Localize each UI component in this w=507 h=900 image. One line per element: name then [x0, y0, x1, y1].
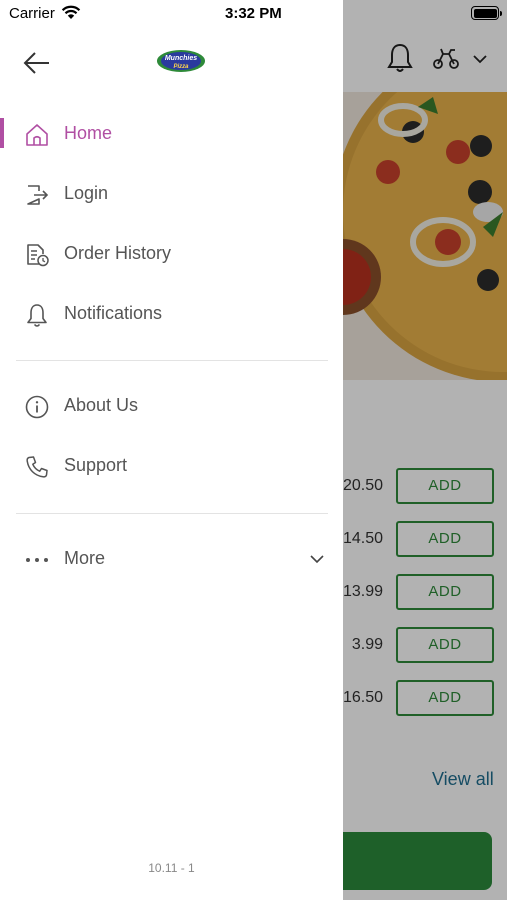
phone-icon [26, 456, 48, 478]
active-indicator [0, 118, 4, 148]
nav-item-home[interactable]: Home [0, 110, 343, 160]
nav-label-login: Login [64, 183, 109, 203]
login-icon [27, 185, 49, 205]
navigation-drawer: Munchies Pizza Home Login Order History [0, 0, 343, 900]
nav-label-order-history: Order History [64, 243, 172, 263]
nav-label-notifications: Notifications [64, 303, 163, 323]
drawer-overlay-scrim[interactable] [343, 0, 507, 900]
nav-label-about-us: About Us [64, 395, 139, 415]
carrier-label: Carrier [9, 5, 55, 22]
ellipsis-icon [26, 558, 48, 562]
back-arrow-icon[interactable] [22, 50, 52, 76]
nav-item-more[interactable]: More [0, 535, 343, 585]
app-version: 10.11 - 1 [148, 861, 195, 875]
drawer-divider [16, 513, 328, 514]
chevron-down-icon[interactable] [309, 552, 325, 566]
bell-icon [27, 304, 47, 327]
nav-item-support[interactable]: Support [0, 442, 343, 492]
logo-line1: Munchies [165, 55, 197, 62]
nav-item-login[interactable]: Login [0, 170, 343, 220]
home-icon [26, 124, 48, 146]
wifi-icon [61, 5, 81, 19]
battery-icon [471, 6, 502, 20]
nav-label-more: More [64, 548, 106, 568]
munchies-pizza-logo: Munchies Pizza [157, 50, 205, 72]
nav-item-order-history[interactable]: Order History [0, 230, 343, 280]
info-icon [25, 395, 49, 419]
nav-item-about-us[interactable]: About Us [0, 382, 343, 432]
nav-label-home: Home [64, 123, 113, 143]
drawer-divider [16, 360, 328, 361]
order-history-icon [27, 244, 49, 267]
status-bar: Carrier 3:32 PM [0, 0, 507, 30]
status-time: 3:32 PM [225, 5, 282, 22]
nav-label-support: Support [64, 455, 128, 475]
nav-item-notifications[interactable]: Notifications [0, 290, 343, 340]
logo-line2: Pizza [173, 64, 189, 70]
